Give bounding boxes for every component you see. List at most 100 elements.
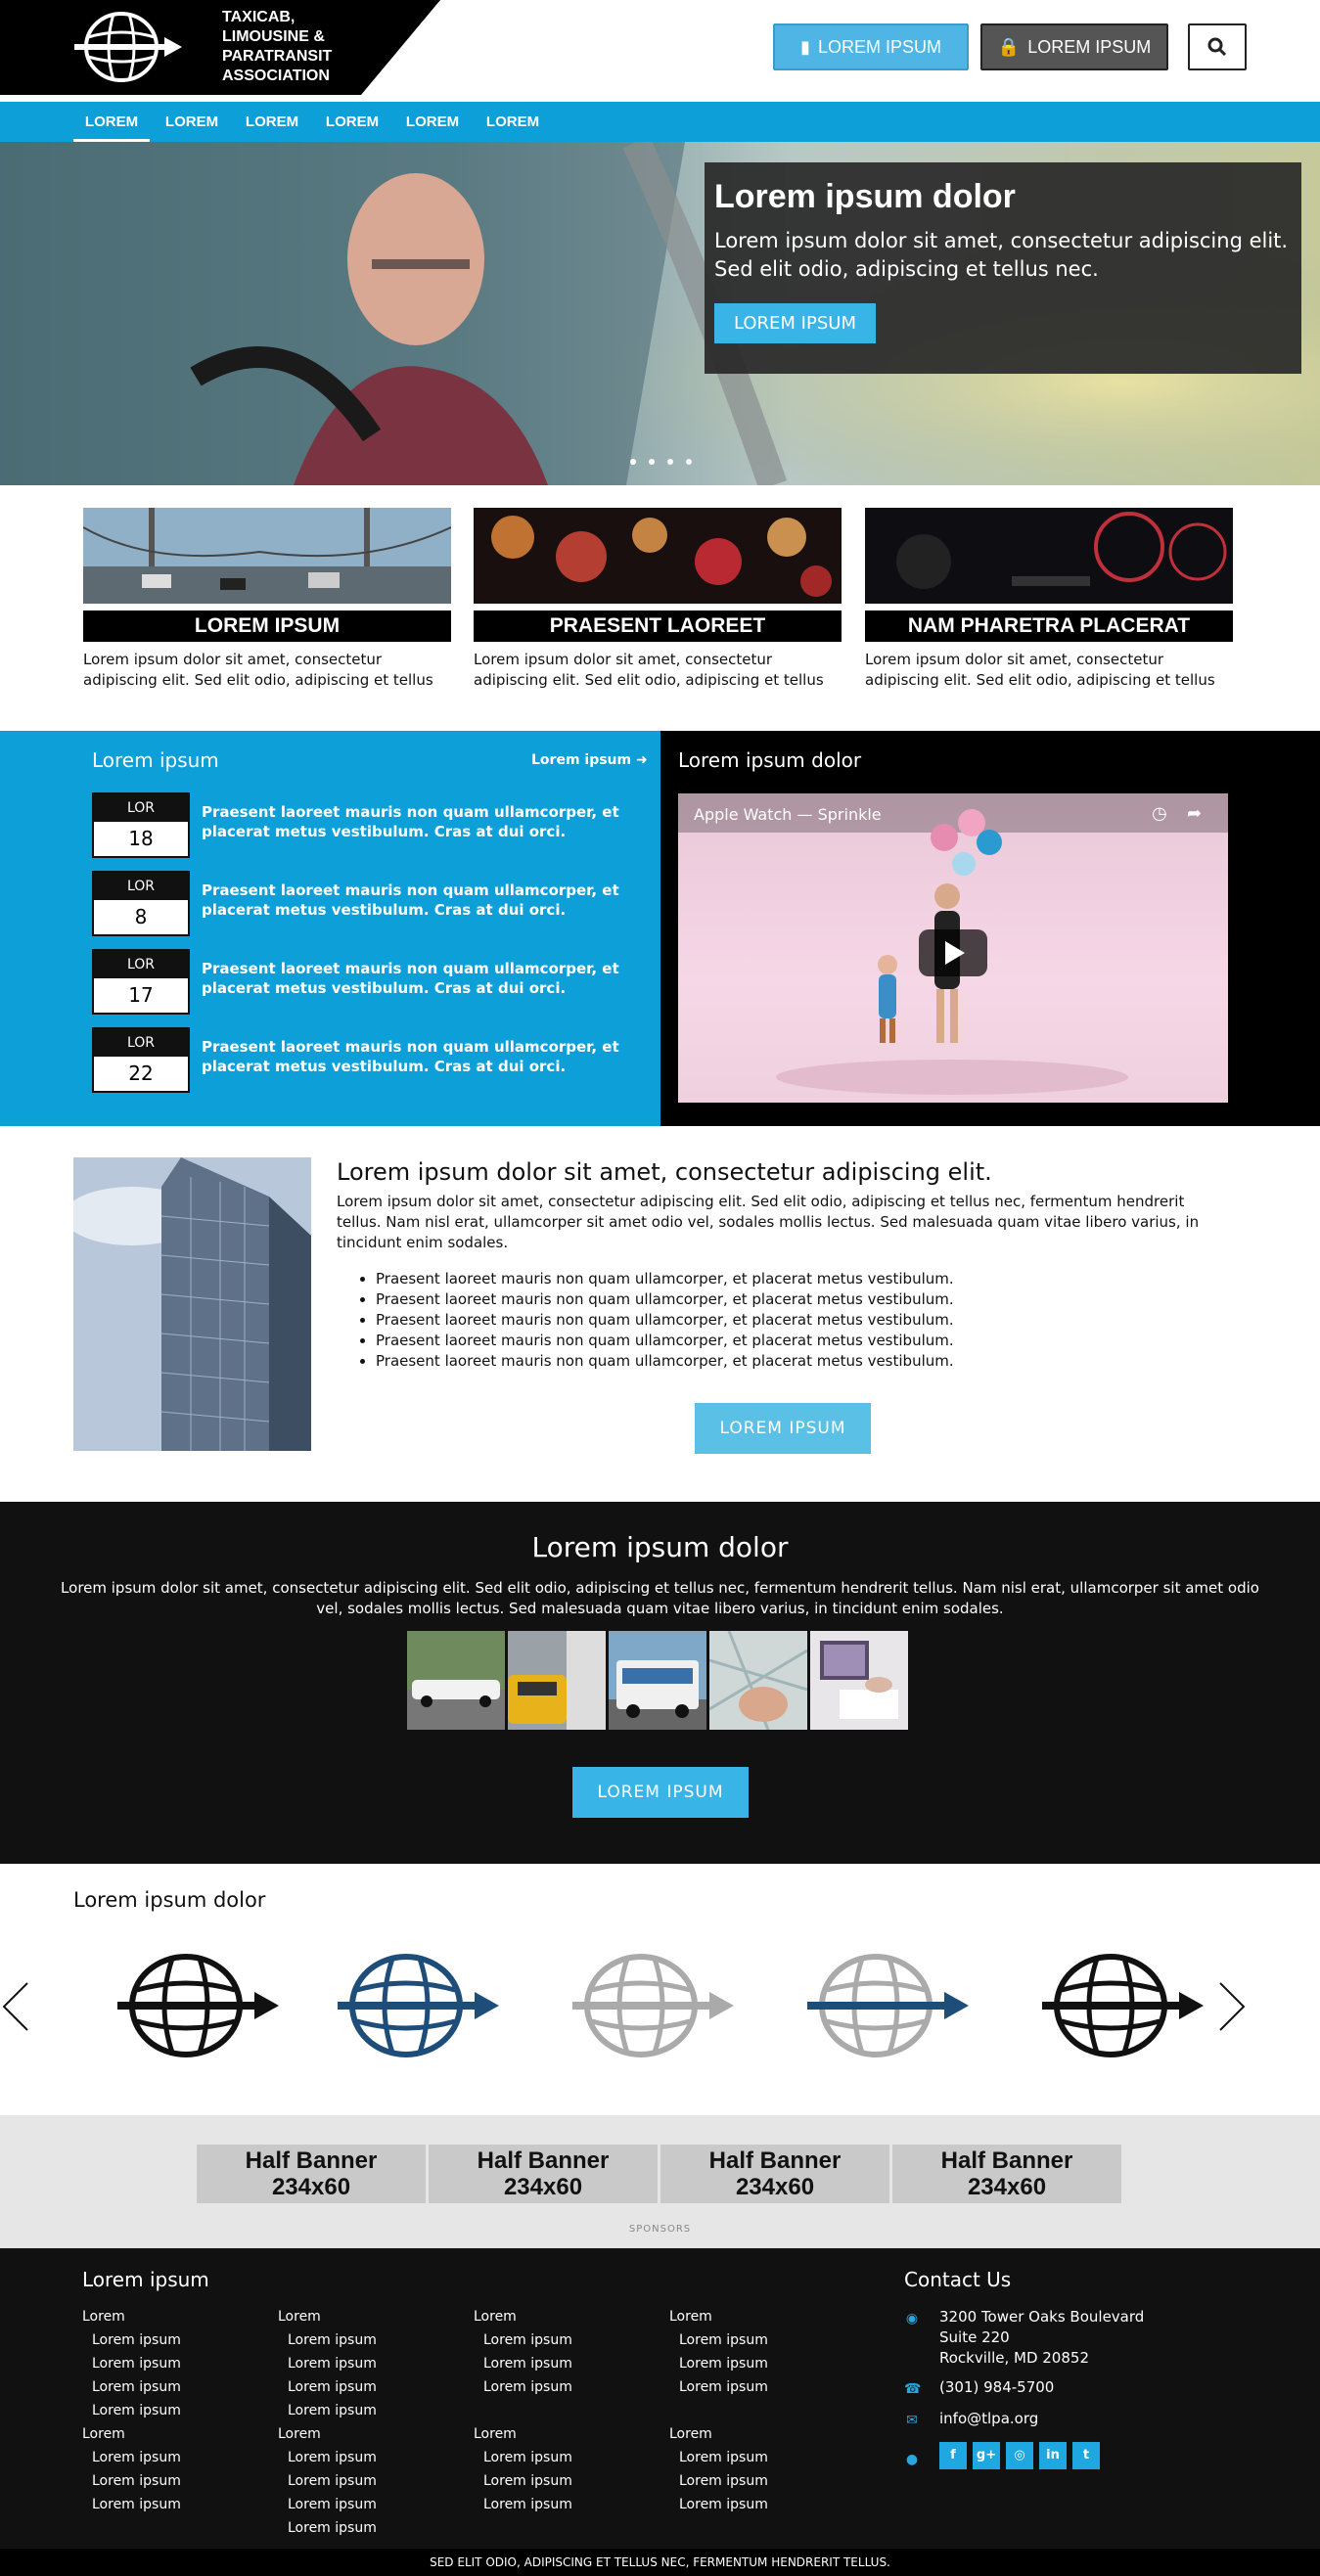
gallery-thumb-taxi[interactable] (508, 1631, 606, 1730)
footer-link[interactable]: Lorem ipsum (669, 2328, 768, 2352)
footer-link[interactable]: Lorem ipsum (82, 2352, 181, 2375)
gallery-thumb-limo[interactable] (407, 1631, 505, 1730)
footer-link[interactable]: Lorem ipsum (82, 2375, 181, 2399)
footer-link[interactable]: Lorem ipsum (82, 2446, 181, 2469)
footer-link[interactable]: Lorem ipsum (82, 2469, 181, 2493)
contact-email[interactable]: ✉ info@tlpa.org (904, 2409, 1198, 2430)
taxi-login-button[interactable]: ▮ LOREM IPSUM (773, 23, 969, 70)
search-button[interactable] (1188, 23, 1247, 70)
logo-line: TAXICAB, (222, 9, 296, 25)
footer-link[interactable]: Lorem ipsum (474, 2352, 572, 2375)
event-item[interactable]: LOR 22 Praesent laoreet mauris non quam u… (92, 1027, 640, 1094)
event-date: LOR 17 (92, 949, 190, 1015)
footer-link[interactable]: Lorem ipsum (669, 2375, 768, 2399)
slider-dot[interactable] (686, 459, 692, 465)
nav-item[interactable]: LOREM (234, 102, 310, 142)
instagram-icon[interactable]: ◎ (1006, 2442, 1033, 2469)
footer-link[interactable]: Lorem ipsum (278, 2446, 377, 2469)
partner-logo[interactable] (338, 1947, 499, 2064)
event-item[interactable]: LOR 8 Praesent laoreet mauris non quam ul… (92, 871, 640, 937)
hero-button[interactable]: LOREM IPSUM (714, 303, 876, 343)
contact-phone[interactable]: ☎ (301) 984-5700 (904, 2377, 1198, 2399)
partner-logo[interactable] (572, 1947, 734, 2064)
footer-link[interactable]: Lorem ipsum (278, 2469, 377, 2493)
slider-dot[interactable] (667, 459, 673, 465)
feature-card[interactable]: NAM PHARETRA PLACERAT Lorem ipsum dolor … (865, 508, 1233, 691)
nav-item[interactable]: LOREM (394, 102, 471, 142)
video-section: Lorem ipsum dolor Apple Watch — Sprinkle… (660, 731, 1320, 1126)
footer-link[interactable]: Lorem ipsum (278, 2399, 377, 2422)
gallery-thumb-desk[interactable] (810, 1631, 908, 1730)
footer-link[interactable]: Lorem ipsum (278, 2375, 377, 2399)
gallery-button[interactable]: LOREM IPSUM (572, 1767, 749, 1818)
video-player[interactable]: Apple Watch — Sprinkle ◷ ➦ (678, 793, 1228, 1103)
footer-group-head[interactable]: Lorem (82, 2422, 181, 2446)
footer-link[interactable]: Lorem ipsum (278, 2328, 377, 2352)
footer-link[interactable]: Lorem ipsum (669, 2446, 768, 2469)
slider-dot[interactable] (630, 459, 636, 465)
logo-text[interactable]: TAXICAB, LIMOUSINE & PARATRANSIT ASSOCIA… (222, 8, 418, 86)
footer-link[interactable]: Lorem ipsum (669, 2469, 768, 2493)
footer-group-head[interactable]: Lorem (669, 2422, 768, 2446)
events-section: Lorem ipsum Lorem ipsum ➜ LOR 18 Praesent… (0, 731, 660, 1126)
list-item: Praesent laoreet mauris non quam ullamco… (376, 1289, 954, 1310)
slider-dot[interactable] (649, 459, 655, 465)
facebook-icon[interactable]: f (939, 2442, 967, 2469)
footer-link[interactable]: Lorem ipsum (474, 2469, 572, 2493)
footer-link[interactable]: Lorem ipsum (278, 2352, 377, 2375)
twitter-icon[interactable]: t (1072, 2442, 1100, 2469)
footer-group-head[interactable]: Lorem (278, 2422, 377, 2446)
share-icon[interactable]: ➦ (1187, 803, 1202, 824)
gallery-thumb-map[interactable] (709, 1631, 807, 1730)
about-button[interactable]: LOREM IPSUM (695, 1403, 871, 1454)
event-item[interactable]: LOR 18 Praesent laoreet mauris non quam u… (92, 792, 640, 859)
footer-link[interactable]: Lorem ipsum (82, 2328, 181, 2352)
footer-group-head[interactable]: Lorem (82, 2305, 181, 2328)
footer-link[interactable]: Lorem ipsum (82, 2493, 181, 2516)
feature-card[interactable]: PRAESENT LAOREET Lorem ipsum dolor sit a… (474, 508, 842, 691)
carousel-next-icon[interactable] (1218, 1981, 1248, 2032)
clock-icon[interactable]: ◷ (1152, 803, 1167, 824)
footer-link[interactable]: Lorem ipsum (278, 2493, 377, 2516)
sponsor-banner[interactable]: Half Banner 234x60 (892, 2145, 1121, 2203)
email-address: info@tlpa.org (939, 2410, 1039, 2427)
hero-text: Lorem ipsum dolor sit amet, consectetur … (714, 229, 1289, 281)
gallery-thumb-bus[interactable] (609, 1631, 706, 1730)
feature-card[interactable]: LOREM IPSUM Lorem ipsum dolor sit amet, … (83, 508, 451, 691)
footer-link[interactable]: Lorem ipsum (278, 2516, 377, 2540)
site-footer: Lorem ipsum Lorem Lorem ipsum Lorem ipsu… (0, 2248, 1320, 2549)
partner-logo[interactable] (807, 1947, 969, 2064)
linkedin-icon[interactable]: in (1039, 2442, 1067, 2469)
footer-group-head[interactable]: Lorem (669, 2305, 768, 2328)
sponsor-banner[interactable]: Half Banner 234x60 (660, 2145, 889, 2203)
nav-item[interactable]: LOREM (314, 102, 390, 142)
footer-link[interactable]: Lorem ipsum (474, 2328, 572, 2352)
footer-link[interactable]: Lorem ipsum (82, 2399, 181, 2422)
google-plus-icon[interactable]: g+ (973, 2442, 1000, 2469)
footer-link[interactable]: Lorem ipsum (669, 2493, 768, 2516)
sponsor-banner[interactable]: Half Banner 234x60 (429, 2145, 658, 2203)
member-login-button[interactable]: 🔒 LOREM IPSUM (980, 23, 1168, 70)
nav-item[interactable]: LOREM (73, 102, 150, 142)
carousel-prev-icon[interactable] (0, 1981, 29, 2032)
footer-group-head[interactable]: Lorem (474, 2422, 572, 2446)
chat-row: ● (904, 2448, 933, 2469)
card-title: PRAESENT LAOREET (474, 610, 842, 642)
hero-caption: Lorem ipsum dolor Lorem ipsum dolor sit … (705, 162, 1301, 374)
footer-link[interactable]: Lorem ipsum (669, 2352, 768, 2375)
footer-group-head[interactable]: Lorem (278, 2305, 377, 2328)
nav-item[interactable]: LOREM (475, 102, 551, 142)
partner-logo[interactable] (1042, 1947, 1204, 2064)
sponsor-banner[interactable]: Half Banner 234x60 (197, 2145, 426, 2203)
logo-emblem-icon[interactable] (74, 8, 182, 86)
card-title: NAM PHARETRA PLACERAT (865, 610, 1233, 642)
footer-link[interactable]: Lorem ipsum (474, 2446, 572, 2469)
partner-logo[interactable] (117, 1947, 279, 2064)
footer-link[interactable]: Lorem ipsum (474, 2375, 572, 2399)
footer-link[interactable]: Lorem ipsum (474, 2493, 572, 2516)
events-more-link[interactable]: Lorem ipsum ➜ (531, 752, 648, 768)
footer-group-head[interactable]: Lorem (474, 2305, 572, 2328)
event-item[interactable]: LOR 17 Praesent laoreet mauris non quam u… (92, 949, 640, 1016)
nav-item[interactable]: LOREM (154, 102, 230, 142)
footer-link-group: Lorem Lorem ipsum Lorem ipsum Lorem ipsu… (278, 2422, 377, 2540)
